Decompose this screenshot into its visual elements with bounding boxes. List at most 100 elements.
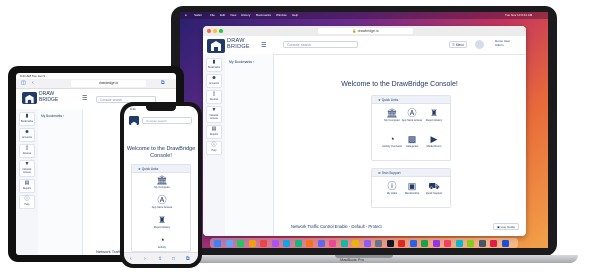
dock-app-icon[interactable] xyxy=(283,239,290,247)
dock-app-icon[interactable] xyxy=(386,239,394,247)
menu-item[interactable]: View xyxy=(230,13,236,17)
apple-icon[interactable]: ● xyxy=(185,13,187,17)
zoom-icon[interactable] xyxy=(219,29,223,33)
bookmarks-title[interactable]: My Bookmarks › xyxy=(41,114,64,118)
bank-icon: 🏛 xyxy=(156,175,168,185)
dock-app-icon[interactable] xyxy=(490,239,497,247)
nav-bookmarks[interactable]: ▮ Bookmarks xyxy=(19,112,35,126)
nav-network-access[interactable]: ▼ Network Access xyxy=(19,160,35,177)
brand-logo-text: DRAW BRIDGE xyxy=(39,91,58,103)
tile-label: Activity xyxy=(157,246,167,249)
menu-item[interactable]: Edit xyxy=(220,13,225,17)
devices-icon: ▯ xyxy=(25,145,29,151)
bookmark-icon: ▮ xyxy=(212,59,216,65)
tile-label: Quick Support xyxy=(425,192,443,195)
bookmarks-title[interactable]: My Bookmarks › xyxy=(229,60,254,64)
dock-app-icon[interactable] xyxy=(260,239,267,247)
tabs-icon[interactable]: ⧉ xyxy=(186,256,190,262)
menu-item[interactable]: File xyxy=(210,13,215,17)
back-icon[interactable]: ‹ xyxy=(130,256,132,262)
share-icon[interactable]: ⇪ xyxy=(158,256,162,262)
tile-quick-support[interactable]: ⛟ Quick Support xyxy=(419,181,449,195)
help-icon: ⓘ xyxy=(24,196,30,202)
dock-app-icon[interactable] xyxy=(340,239,348,247)
dock-app-icon[interactable] xyxy=(329,239,336,247)
back-icon[interactable]: ‹ xyxy=(32,80,34,86)
nav-help[interactable]: ⓘ Help xyxy=(19,195,35,209)
nav-network-access[interactable]: ▼ Network Access xyxy=(206,106,222,123)
nav-label: Devices xyxy=(209,98,219,101)
truck-icon: ⛟ xyxy=(428,181,440,191)
dock-app-icon[interactable] xyxy=(444,239,451,247)
hamburger-icon[interactable]: ☰ xyxy=(261,42,266,49)
nav-accounts[interactable]: ☻ Accounts xyxy=(206,74,222,88)
drawbridge-logo-icon xyxy=(207,39,225,53)
user-info[interactable]: Demo User Admin xyxy=(495,39,510,47)
nav-label: Reports xyxy=(209,133,219,136)
dock-app-icon[interactable] xyxy=(363,239,371,247)
side-nav: ▮ Bookmarks ☻ Accounts ▯ Devices ▼ Network A… xyxy=(203,54,226,236)
tile-report-history[interactable]: ♜ Report History xyxy=(419,108,449,122)
macbook-screen: ● Safari File Edit View History Bookmark… xyxy=(180,12,548,248)
help-icon: ⓘ xyxy=(211,142,217,148)
search-input[interactable]: Console search xyxy=(283,41,358,48)
minimize-icon[interactable] xyxy=(213,29,217,33)
nav-help[interactable]: ⓘ Help xyxy=(206,141,222,155)
address-bar[interactable]: 🔒 drawbridge.io xyxy=(318,28,413,34)
dock-app-icon[interactable] xyxy=(421,239,428,247)
dock-app-icon[interactable] xyxy=(501,239,509,247)
tile-media-room[interactable]: ▶ Media Room xyxy=(419,134,449,148)
dock-app-icon[interactable] xyxy=(467,239,474,247)
dock-app-icon[interactable] xyxy=(214,239,221,247)
tile-app-store-access[interactable]: Ⓐ App Store Access xyxy=(147,195,177,209)
dock-app-icon[interactable] xyxy=(317,239,325,247)
nav-reports[interactable]: ▤ Reports xyxy=(19,179,35,193)
devices-icon: ▯ xyxy=(212,91,216,97)
search-input[interactable]: Console search xyxy=(142,117,192,124)
tabs-icon[interactable]: ⧉ xyxy=(161,80,165,86)
dock-app-icon[interactable] xyxy=(375,239,382,247)
menu-button[interactable]: ☰ Menu xyxy=(449,41,467,48)
ipad-address-bar[interactable]: drawbridge.io xyxy=(71,80,146,87)
forward-icon[interactable]: › xyxy=(144,256,146,262)
nav-reports[interactable]: ▤ Reports xyxy=(206,125,222,139)
tech-support-panel: ⚙ Tech Support ⓘ My Hubs ▣ Membership ⛟ Qui… xyxy=(371,168,451,208)
dock-app-icon[interactable] xyxy=(398,239,405,247)
menu-item[interactable]: Bookmarks xyxy=(256,13,271,17)
dock-app-icon[interactable] xyxy=(432,239,440,247)
bookmarks-icon[interactable]: □ xyxy=(172,256,175,262)
nav-devices[interactable]: ▯ Devices xyxy=(206,90,222,104)
quick-links-panel: ★ Quick Links 🏛 My Computer Ⓐ App Store Ac… xyxy=(371,95,451,161)
tile-my-computer[interactable]: 🏛 My Computer xyxy=(147,175,177,189)
dock-app-icon[interactable] xyxy=(237,239,244,247)
dock-app-icon[interactable] xyxy=(271,239,279,247)
dock-app-icon[interactable] xyxy=(352,239,359,247)
dock-app-icon[interactable] xyxy=(306,239,313,247)
nav-devices[interactable]: ▯ Devices xyxy=(19,144,35,158)
iphone-time: 9:41 xyxy=(130,107,136,111)
menu-item[interactable]: Safari xyxy=(194,13,202,17)
side-nav: ▮ Bookmarks ☻ Accounts ▯ Devices ▼ Network A… xyxy=(16,109,39,255)
menu-item[interactable]: Help xyxy=(292,13,298,17)
dock-app-icon[interactable] xyxy=(294,239,302,247)
tile-activity[interactable]: ◔ Activity xyxy=(147,235,177,249)
sidebar-toggle-icon[interactable]: ◫ xyxy=(21,80,26,86)
avatar[interactable] xyxy=(475,40,484,49)
nav-accounts[interactable]: ☻ Accounts xyxy=(19,128,35,142)
dock-app-icon[interactable] xyxy=(225,239,233,247)
dock-app-icon[interactable] xyxy=(455,239,463,247)
close-icon[interactable] xyxy=(207,29,211,33)
dock-app-icon[interactable] xyxy=(478,239,486,247)
hamburger-icon[interactable]: ☰ xyxy=(82,95,87,102)
accounts-icon: ☻ xyxy=(211,75,217,81)
welcome-heading: Welcome to the DrawBridge Console! xyxy=(126,146,196,159)
report-history-icon: ♜ xyxy=(157,215,167,225)
menu-item[interactable]: History xyxy=(241,13,250,17)
live-guide-button[interactable]: ▣ Live Guide xyxy=(493,223,519,230)
dock-app-icon[interactable] xyxy=(248,239,256,247)
menu-item[interactable]: Window xyxy=(276,13,287,17)
tile-report-history[interactable]: ♜ Report History xyxy=(147,215,177,229)
status-text: Network Traffic xyxy=(96,249,123,254)
nav-bookmarks[interactable]: ▮ Bookmarks xyxy=(206,58,222,72)
dock-app-icon[interactable] xyxy=(409,239,417,247)
